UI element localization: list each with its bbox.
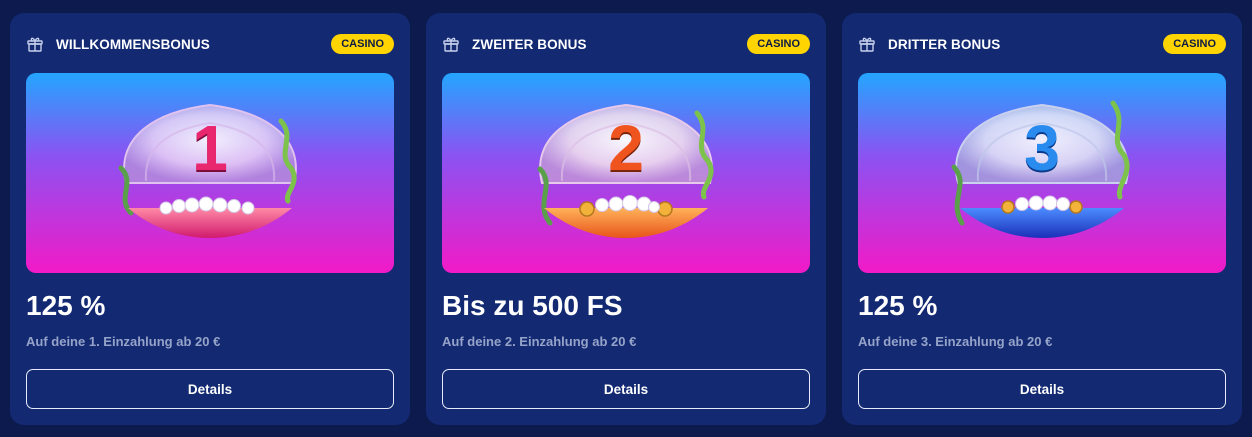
- gift-icon: [443, 37, 459, 52]
- card-title: DRITTER BONUS: [888, 36, 1001, 52]
- casino-badge: CASINO: [747, 34, 810, 54]
- gift-icon: [27, 37, 43, 52]
- bonus-subtitle: Auf deine 2. Einzahlung ab 20 €: [442, 334, 637, 349]
- bonus-subtitle: Auf deine 1. Einzahlung ab 20 €: [26, 334, 221, 349]
- bonus-number: 3: [1024, 112, 1060, 184]
- card-header: WILLKOMMENSBONUS CASINO: [26, 33, 394, 55]
- bonus-shell-illustration: 1: [26, 73, 394, 273]
- bonus-number: 2: [608, 112, 644, 184]
- card-title: WILLKOMMENSBONUS: [56, 36, 210, 52]
- bonus-headline: Bis zu 500 FS: [442, 290, 623, 321]
- bonus-headline: 125 %: [26, 290, 106, 321]
- card-header: DRITTER BONUS CASINO: [858, 33, 1226, 55]
- bonus-card-2: ZWEITER BONUS CASINO 2 Bis zu 500 FS Auf…: [426, 13, 826, 425]
- card-title: ZWEITER BONUS: [472, 36, 587, 52]
- details-button[interactable]: Details: [442, 369, 810, 409]
- bonus-headline: 125 %: [858, 290, 938, 321]
- casino-badge: CASINO: [331, 34, 394, 54]
- bonus-card-1: WILLKOMMENSBONUS CASINO 1 125 % Auf dein…: [10, 13, 410, 425]
- bonus-subtitle: Auf deine 3. Einzahlung ab 20 €: [858, 334, 1053, 349]
- casino-badge: CASINO: [1163, 34, 1226, 54]
- bonus-shell-illustration: 3: [858, 73, 1226, 273]
- details-button[interactable]: Details: [858, 369, 1226, 409]
- bonus-shell-illustration: 2: [442, 73, 810, 273]
- card-header: ZWEITER BONUS CASINO: [442, 33, 810, 55]
- bonus-card-3: DRITTER BONUS CASINO 3 125 % Auf deine 3…: [842, 13, 1242, 425]
- details-button[interactable]: Details: [26, 369, 394, 409]
- gift-icon: [859, 37, 875, 52]
- bonus-number: 1: [192, 112, 228, 184]
- bonus-card-row: WILLKOMMENSBONUS CASINO 1 125 % Auf dein…: [10, 13, 1242, 425]
